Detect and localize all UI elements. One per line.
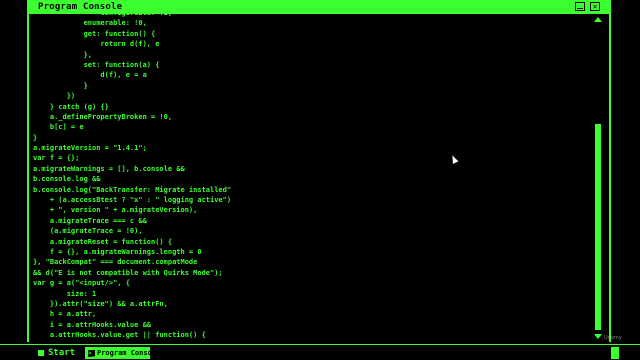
code-line: size: 1: [33, 289, 97, 298]
code-line: (a.migrateTrace = !0),: [33, 227, 143, 236]
program-console-window: Program Console ✕ configurable: !1, enum…: [27, 0, 611, 342]
window-titlebar[interactable]: Program Console ✕: [29, 0, 609, 14]
desktop-screen: Program Console ✕ configurable: !1, enum…: [0, 0, 640, 360]
code-line: a.migrateVersion = "1.4.1";: [33, 144, 147, 153]
code-line: a.migrateTrace === c &&: [33, 216, 147, 225]
code-line: b.console.log("BackTransfer: Migrate ins…: [33, 185, 232, 194]
code-line: d(f), e = a: [33, 71, 147, 80]
code-line: set: function(a) {: [33, 60, 160, 69]
start-button[interactable]: Start: [38, 348, 75, 359]
code-line: a.migrateWarnings = [], b.console &&: [33, 164, 185, 173]
start-icon: [38, 349, 44, 356]
mouse-pointer-icon: [449, 154, 459, 164]
code-line: }: [33, 81, 88, 90]
code-line: }): [33, 92, 76, 101]
minimize-button[interactable]: [575, 2, 585, 11]
code-line: a._definePropertyBroken = !0,: [33, 112, 173, 121]
start-label: Start: [48, 348, 76, 358]
terminal-icon: >_: [88, 349, 96, 357]
code-line: && d("E is not compatible with Quirks Mo…: [33, 268, 223, 277]
code-line: h = a.attr,: [33, 310, 97, 319]
code-line: } catch (g) {}: [33, 102, 109, 111]
close-icon: ✕: [592, 2, 598, 11]
close-button[interactable]: ✕: [590, 2, 600, 11]
code-line: return null: [33, 341, 231, 343]
code-line: get: function() {: [33, 29, 156, 38]
vertical-scrollbar[interactable]: [594, 17, 602, 339]
scroll-up-arrow-icon[interactable]: [594, 17, 602, 22]
code-line: return d(f), e: [33, 40, 160, 49]
code-line: }).attr("size") && a.attrFn,: [33, 299, 168, 308]
code-line: enumerable: !0,: [33, 19, 147, 28]
scrollbar-thumb[interactable]: [595, 124, 601, 330]
taskbar-item-program-console[interactable]: >_Program Console: [85, 347, 150, 359]
window-title: Program Console: [38, 2, 123, 12]
code-line: }, "BackCompat" === document.compatMode: [33, 258, 198, 267]
code-line: i = a.attrHooks.value &&: [33, 320, 152, 329]
code-line: + (a.accessBtest ? "x" : " logging activ…: [33, 196, 232, 205]
code-line: a.migrateReset = function() {: [33, 237, 173, 246]
scroll-down-arrow-icon[interactable]: [594, 334, 602, 339]
code-line: + ", version " + a.migrateVersion),: [33, 206, 198, 215]
code-line: var f = {};: [33, 154, 80, 163]
code-line: b[c] = e: [33, 123, 84, 132]
code-line: f = {}, a.migrateWarnings.length = 0: [33, 247, 202, 256]
code-line: var g = a("<input/>", {: [33, 279, 130, 288]
code-line: b.console.log &&: [33, 175, 101, 184]
code-line: }: [33, 133, 38, 142]
watermark: Udemy: [604, 335, 622, 341]
system-tray: [611, 347, 619, 359]
taskbar-item-label: Program Console: [97, 349, 150, 357]
code-line: a.attrHooks.value.get || function() {: [33, 331, 206, 340]
code-lines: configurable: !1, enumerable: !0, get: f…: [33, 14, 231, 342]
console-output[interactable]: configurable: !1, enumerable: !0, get: f…: [29, 14, 589, 342]
taskbar: Start >_Program Console: [0, 344, 640, 360]
code-line: },: [33, 50, 93, 59]
